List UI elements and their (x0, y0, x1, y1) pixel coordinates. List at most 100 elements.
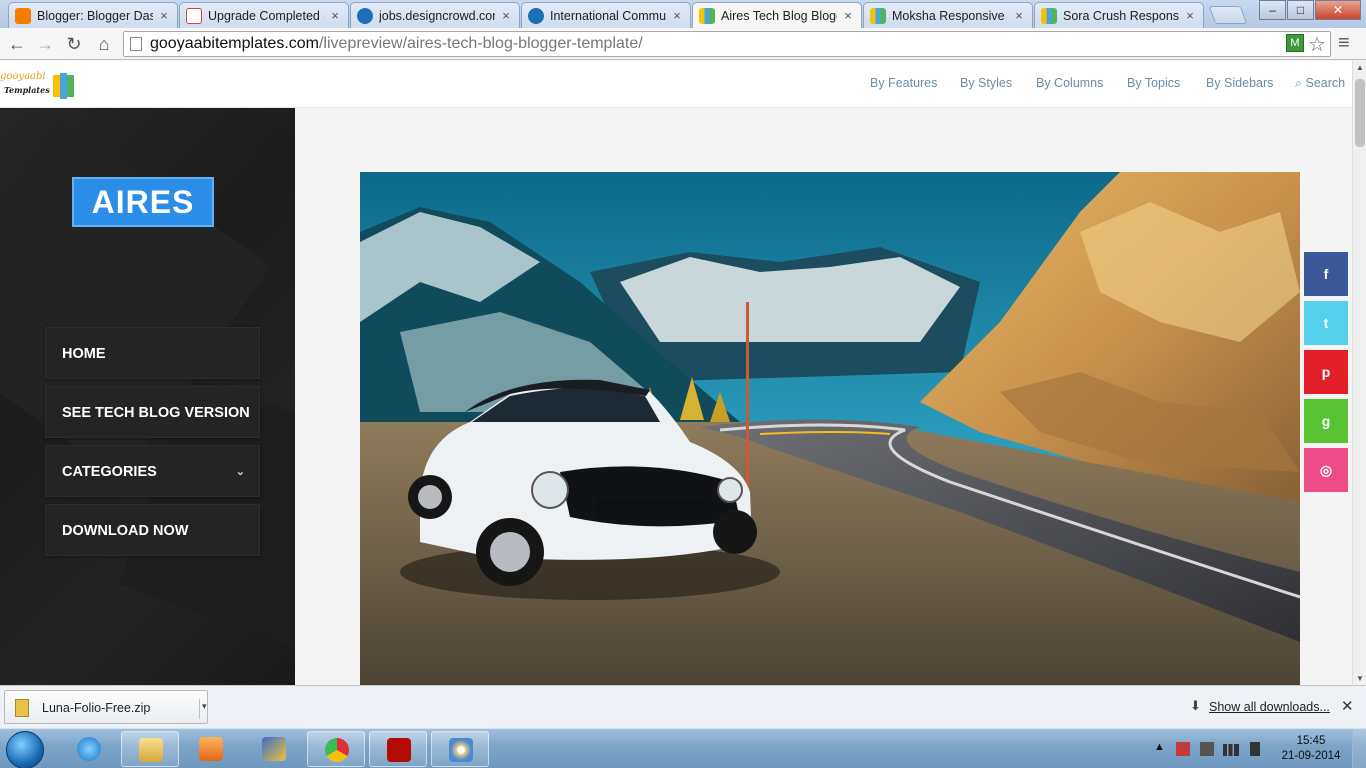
taskbar-paint[interactable] (431, 731, 489, 767)
maximize-button[interactable]: □ (1287, 0, 1314, 20)
tab-close-icon[interactable]: × (1183, 8, 1197, 23)
scroll-thumb[interactable] (1355, 79, 1365, 147)
search-label: Search (1305, 76, 1346, 90)
nav-by-features[interactable]: By Features (870, 76, 937, 90)
blogger-icon (15, 7, 31, 24)
chrome-icon (325, 738, 349, 762)
show-all-downloads-link[interactable]: Show all downloads... (1209, 700, 1330, 714)
twitter-icon: t (1323, 315, 1329, 331)
extension-icon[interactable]: M (1286, 34, 1304, 52)
gmail-icon (186, 7, 202, 24)
home-icon[interactable]: ⌂ (92, 32, 116, 56)
tab-moksha[interactable]: Moksha Responsive Bl × (863, 2, 1033, 28)
minimize-button[interactable]: ‒ (1259, 0, 1286, 20)
forward-arrow-icon[interactable]: → (33, 32, 57, 56)
hero-image (360, 172, 1300, 685)
page-icon (130, 37, 142, 51)
menu-item-home[interactable]: HOME (45, 327, 260, 379)
search-icon: ⌕ (1295, 76, 1303, 90)
tab-close-icon[interactable]: × (670, 8, 684, 23)
taskbar-chrome[interactable] (307, 731, 365, 767)
tab-aires-active[interactable]: Aires Tech Blog Blogg × (692, 2, 862, 28)
nav-by-styles[interactable]: By Styles (960, 76, 1012, 90)
download-arrow-icon: ⬇ (1190, 698, 1201, 713)
clock-date: 21-09-2014 (1281, 750, 1341, 762)
menu-item-categories[interactable]: CATEGORIES ⌄ (45, 445, 260, 497)
tab-gmail[interactable]: Upgrade Completed & × (179, 2, 349, 28)
nav-by-topics[interactable]: By Topics (1127, 76, 1180, 90)
page-scrollbar[interactable]: ▲ ▼ (1352, 61, 1366, 685)
tab-sora-crush[interactable]: Sora Crush Responsive × (1034, 2, 1204, 28)
address-bar[interactable]: gooyaabitemplates.com/livepreview/aires-… (123, 31, 1331, 57)
explorer-icon (139, 738, 163, 762)
tab-blogger[interactable]: Blogger: Blogger Dashb × (8, 2, 178, 28)
nav-by-sidebars[interactable]: By Sidebars (1206, 76, 1273, 90)
show-desktop-button[interactable] (1352, 729, 1366, 768)
taskbar-acrobat[interactable] (369, 731, 427, 767)
new-tab-button[interactable] (1208, 6, 1248, 24)
tab-designcrowd-international[interactable]: International Commun × (521, 2, 691, 28)
tab-label: jobs.designcrowd.com (379, 8, 495, 23)
designcrowd-icon (357, 7, 373, 24)
tab-designcrowd-jobs[interactable]: jobs.designcrowd.com × (350, 2, 520, 28)
browser-toolbar: ← → ↻ ⌂ gooyaabitemplates.com/liveprevie… (0, 28, 1366, 60)
volume-icon[interactable] (1250, 742, 1260, 756)
start-button[interactable] (6, 731, 44, 768)
gooyaabi-icon (870, 7, 886, 24)
close-window-button[interactable]: ✕ (1315, 0, 1361, 20)
close-download-shelf-icon[interactable]: ✕ (1341, 697, 1354, 715)
scroll-up-icon[interactable]: ▲ (1356, 63, 1364, 72)
dribbble-icon: ◎ (1319, 462, 1333, 478)
facebook-share-button[interactable]: f (1304, 252, 1348, 296)
tray-security-icon[interactable] (1176, 742, 1190, 756)
tab-label: International Commun (550, 8, 666, 23)
github-share-button[interactable]: g (1304, 399, 1348, 443)
designcrowd-icon (528, 7, 544, 24)
taskbar-paint-tool[interactable] (245, 731, 303, 767)
download-shelf: Luna-Folio-Free.zip ▾ ⬇ Show all downloa… (0, 685, 1366, 728)
nav-search[interactable]: ⌕ Search (1295, 76, 1345, 91)
site-header: gooyaabi Templates By Features By Styles… (0, 61, 1352, 108)
windows-taskbar: ▲ 15:45 21-09-2014 (0, 728, 1366, 768)
url-domain: gooyaabitemplates.com (150, 35, 319, 52)
brand-logo[interactable]: AIRES (72, 177, 214, 227)
tray-expand-icon[interactable]: ▲ (1154, 741, 1165, 753)
github-icon: g (1321, 413, 1331, 429)
scroll-down-icon[interactable]: ▼ (1356, 674, 1364, 683)
clock-time: 15:45 (1296, 735, 1326, 747)
tab-close-icon[interactable]: × (328, 8, 342, 23)
tab-close-icon[interactable]: × (841, 8, 855, 23)
tab-label: Moksha Responsive Bl (892, 8, 1008, 23)
bookmark-star-icon[interactable]: ☆ (1308, 32, 1326, 57)
tray-device-icon[interactable] (1200, 742, 1214, 756)
download-menu-caret-icon[interactable]: ▾ (202, 701, 207, 712)
books-logo-icon (53, 73, 74, 99)
gooyaabi-icon (1041, 7, 1057, 24)
nav-by-columns[interactable]: By Columns (1036, 76, 1103, 90)
menu-item-download-now[interactable]: DOWNLOAD NOW (45, 504, 260, 556)
back-arrow-icon[interactable]: ← (5, 32, 29, 56)
sidebar: AIRES HOME SEE TECH BLOG VERSION CATEGOR… (0, 108, 295, 685)
taskbar-explorer[interactable] (121, 731, 179, 767)
tab-close-icon[interactable]: × (1012, 8, 1026, 23)
gooyaabi-logo[interactable]: gooyaabi Templates (0, 69, 78, 101)
reload-icon[interactable]: ↻ (62, 32, 86, 56)
pinterest-icon: p (1321, 364, 1331, 380)
tab-close-icon[interactable]: × (157, 8, 171, 23)
logo-text: gooyaabi (0, 71, 46, 82)
gooyaabi-icon (699, 7, 715, 24)
zip-file-icon (15, 699, 29, 717)
taskbar-media-player[interactable] (182, 731, 240, 767)
network-signal-icon[interactable] (1223, 744, 1239, 756)
tab-close-icon[interactable]: × (499, 8, 513, 23)
twitter-share-button[interactable]: t (1304, 301, 1348, 345)
dribbble-share-button[interactable]: ◎ (1304, 448, 1348, 492)
menu-item-tech-blog-version[interactable]: SEE TECH BLOG VERSION (45, 386, 260, 438)
pinterest-share-button[interactable]: p (1304, 350, 1348, 394)
facebook-icon: f (1323, 266, 1329, 282)
download-item[interactable]: Luna-Folio-Free.zip ▾ (4, 690, 208, 724)
system-clock[interactable]: 15:45 21-09-2014 (1280, 734, 1342, 764)
acrobat-icon (387, 738, 411, 762)
taskbar-ie[interactable] (60, 731, 118, 767)
browser-menu-icon[interactable]: ≡ (1338, 32, 1350, 55)
